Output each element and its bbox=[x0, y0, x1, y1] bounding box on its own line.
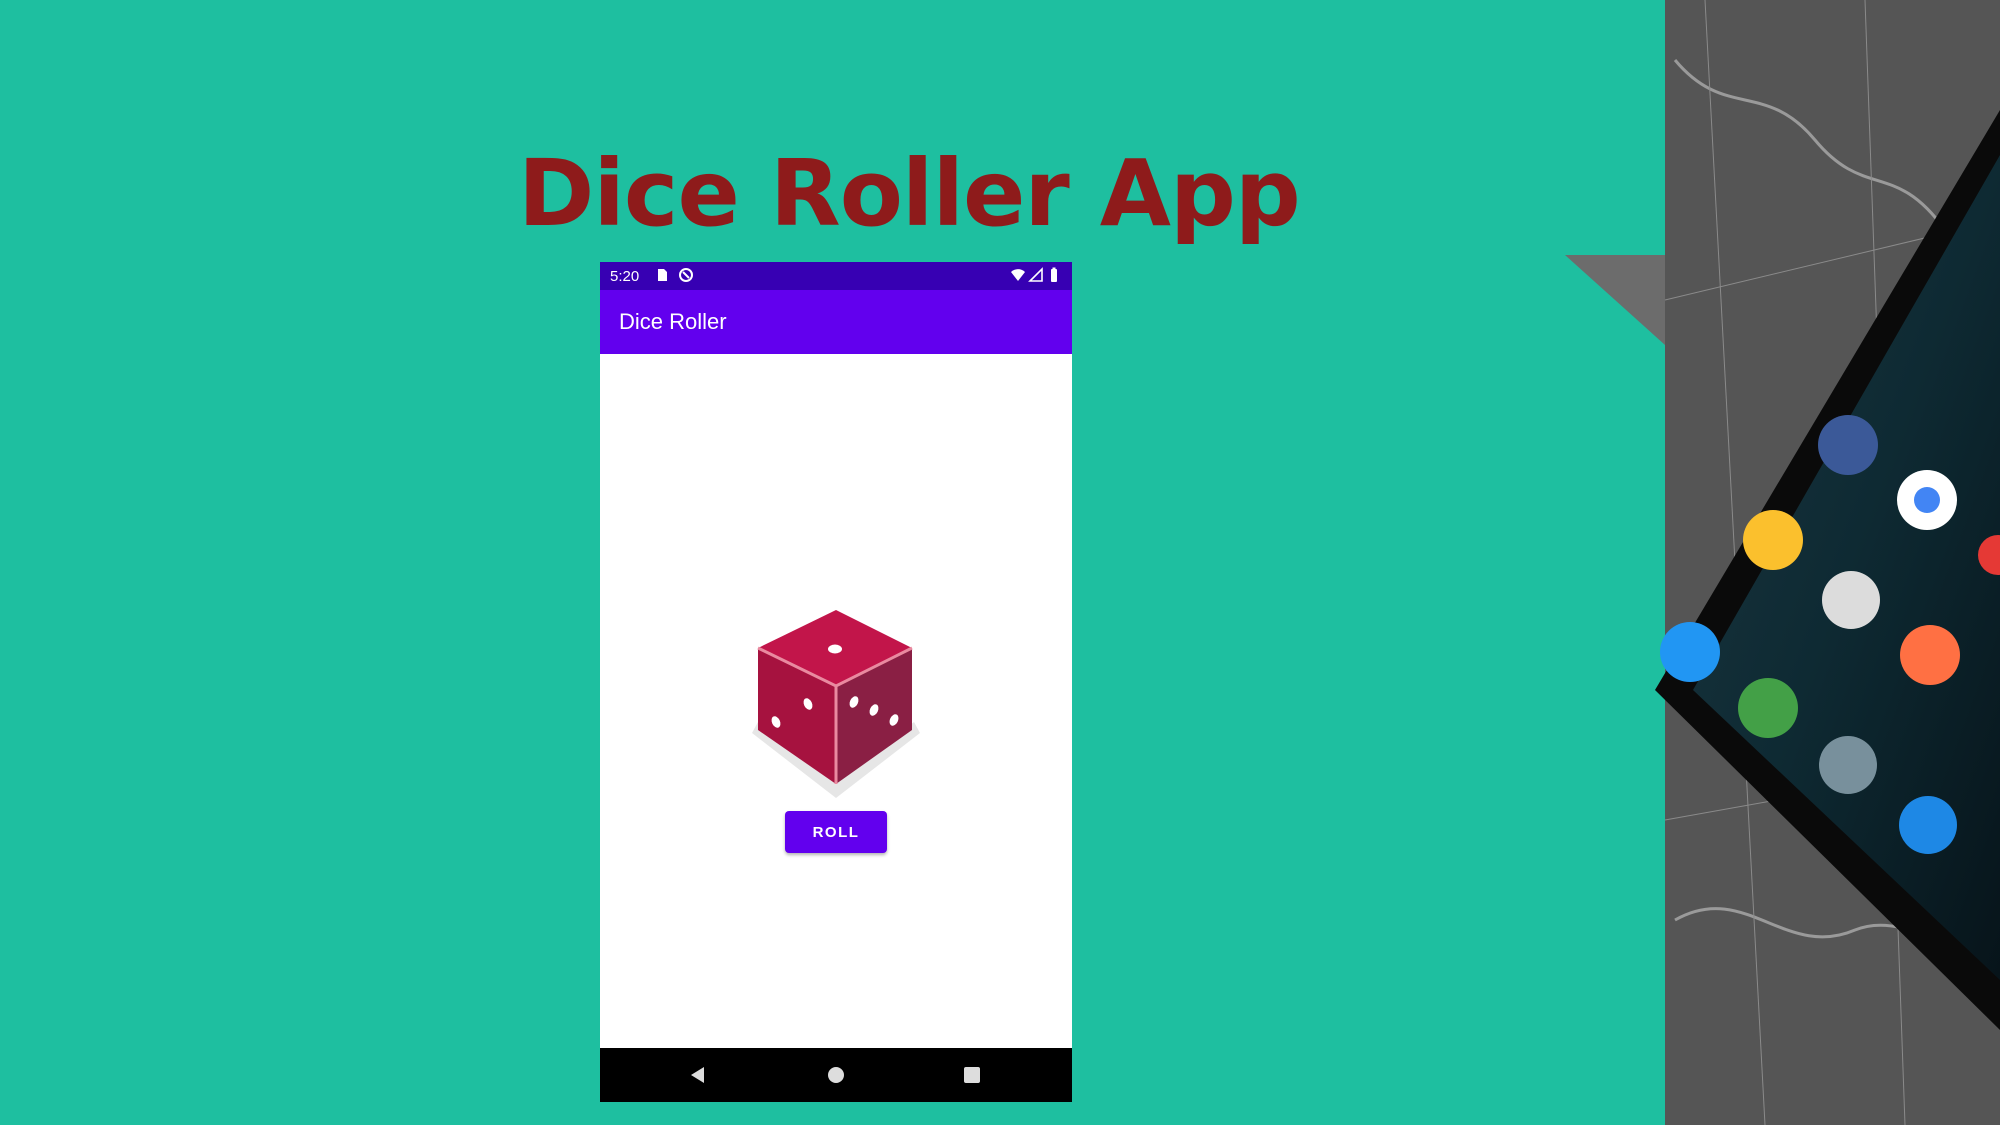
navigation-bar bbox=[600, 1048, 1072, 1102]
back-icon[interactable] bbox=[688, 1065, 708, 1085]
app-bar-title: Dice Roller bbox=[619, 309, 727, 334]
app-bar: Dice Roller bbox=[600, 290, 1072, 354]
dice-icon bbox=[752, 610, 920, 798]
data-saver-icon bbox=[679, 268, 693, 282]
decorative-phone-photo bbox=[1565, 0, 2000, 1125]
dice-image bbox=[748, 602, 924, 802]
slide-title: Dice Roller App bbox=[518, 140, 1301, 247]
recents-icon[interactable] bbox=[962, 1065, 982, 1085]
roll-button[interactable]: ROLL bbox=[785, 811, 887, 853]
status-time: 5:20 bbox=[610, 268, 640, 285]
sd-card-icon bbox=[658, 269, 667, 281]
status-bar: 5:20 bbox=[600, 262, 1072, 290]
wifi-icon bbox=[1011, 269, 1025, 281]
map-and-phone-image bbox=[1565, 0, 2000, 1125]
battery-icon bbox=[1051, 267, 1057, 282]
home-icon[interactable] bbox=[826, 1065, 846, 1085]
phone-screenshot: 5:20 Dice Roller ROLL bbox=[600, 262, 1072, 1102]
signal-icon bbox=[1028, 267, 1043, 282]
